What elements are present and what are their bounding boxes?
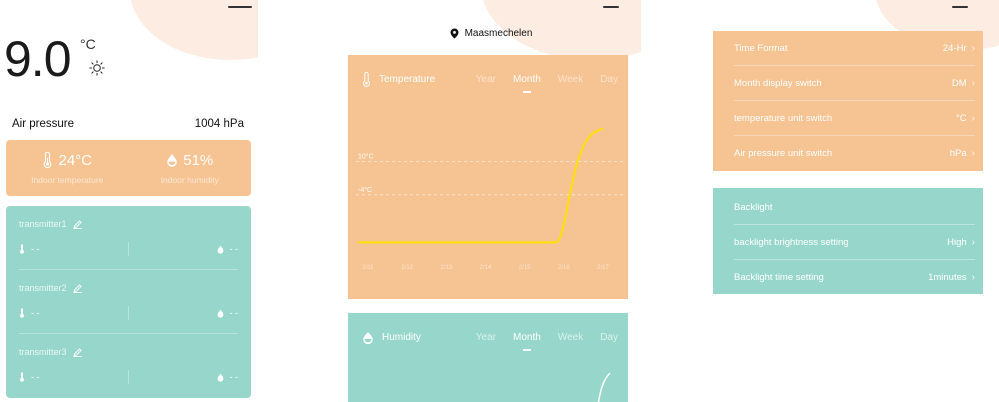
general-settings-card: Time Format 24-Hr › Month display switch …	[713, 31, 983, 171]
backlight-header: Backlight	[734, 190, 975, 225]
setting-label: Month display switch	[734, 77, 822, 89]
x-tick-label: 2/11	[362, 265, 374, 271]
transmitter-name: transmitter2	[19, 283, 67, 293]
indoor-temperature-label: Indoor temperature	[31, 174, 104, 185]
transmitter-item[interactable]: transmitter3 - - - -	[6, 334, 251, 398]
indoor-temperature-cell: 24°C Indoor temperature	[6, 140, 129, 196]
indoor-humidity-label: Indoor humidity	[160, 174, 219, 185]
chevron-right-icon: ›	[971, 148, 975, 159]
location-name: Maasmechelen	[464, 28, 533, 39]
air-pressure-value: 1004 hPa	[194, 118, 244, 130]
transmitter-humidity: - -	[229, 308, 239, 318]
transmitter-temperature: - -	[31, 244, 40, 254]
water-drop-icon	[217, 309, 223, 318]
setting-month-display[interactable]: Month display switch DM ›	[734, 66, 975, 101]
x-tick-label: 2/15	[519, 265, 531, 271]
temperature-line-chart: 10°C -4°C 2/11 2/12 2/13 2/14 2/15 2/16 2/17	[356, 127, 626, 271]
temperature-series-line	[358, 127, 604, 244]
screenshot-stage: 9.0 °C Air pressure 1004 hPa 24°C Indoor…	[0, 0, 999, 402]
setting-label: Backlight time setting	[734, 272, 824, 283]
indoor-humidity-value: 51%	[183, 151, 214, 169]
thermometer-icon	[20, 308, 24, 318]
setting-time-format[interactable]: Time Format 24-Hr ›	[734, 31, 975, 66]
edit-pencil-icon[interactable]	[72, 283, 82, 293]
indoor-humidity-cell: 51% Indoor humidity	[129, 140, 252, 196]
edit-pencil-icon[interactable]	[72, 219, 82, 229]
humidity-series-line	[597, 372, 611, 402]
transmitter-item[interactable]: transmitter2 - - - -	[6, 270, 251, 334]
transmitter-name: transmitter1	[19, 219, 67, 229]
settings-screen: Time Format 24-Hr › Month display switch …	[690, 0, 999, 402]
backlight-section-title: Backlight	[734, 201, 773, 213]
water-drop-icon	[217, 245, 223, 254]
indoor-card[interactable]: 24°C Indoor temperature 51% Indoor humid…	[6, 140, 251, 196]
outdoor-temperature-unit: °C	[80, 36, 96, 52]
setting-value: hPa	[949, 148, 967, 159]
y-tick-label: -4°C	[358, 186, 372, 194]
divider	[128, 306, 129, 320]
x-tick-label: 2/12	[401, 265, 413, 271]
setting-value: °C	[955, 112, 967, 124]
x-tick-label: 2/16	[558, 265, 570, 271]
transmitter-humidity: - -	[229, 372, 239, 382]
air-pressure-label: Air pressure	[12, 118, 74, 130]
edit-pencil-icon[interactable]	[72, 347, 82, 357]
divider	[128, 242, 129, 256]
chevron-right-icon: ›	[971, 42, 975, 54]
water-drop-icon	[217, 373, 223, 382]
chevron-right-icon: ›	[971, 77, 975, 89]
temperature-chart-card: Temperature Year Month Week Day 10°C -4°C…	[348, 55, 628, 299]
outdoor-temperature: 9.0	[4, 31, 72, 87]
setting-label: temperature unit switch	[734, 112, 833, 124]
humidity-line-chart	[597, 372, 611, 402]
water-drop-icon	[167, 154, 178, 167]
setting-backlight-time[interactable]: Backlight time setting 1minutes ›	[734, 260, 975, 295]
setting-label: Air pressure unit switch	[734, 148, 833, 159]
transmitter-temperature: - -	[31, 372, 40, 382]
x-tick-label: 2/14	[480, 265, 492, 271]
decorative-blob	[130, 0, 258, 60]
chevron-right-icon: ›	[971, 272, 975, 283]
thermometer-icon	[44, 152, 52, 168]
sun-icon	[89, 60, 105, 76]
y-tick-label: 10°C	[358, 153, 374, 161]
location-header[interactable]: Maasmechelen	[341, 28, 641, 39]
status-bar-indicator	[603, 6, 619, 8]
setting-value: 1minutes	[928, 272, 967, 283]
x-tick-label: 2/17	[597, 265, 609, 271]
setting-backlight-brightness[interactable]: backlight brightness setting High ›	[734, 225, 975, 260]
transmitters-card: transmitter1 - - - - transmitter2 - - - …	[6, 206, 251, 398]
chevron-right-icon: ›	[971, 236, 975, 248]
status-bar-indicator	[228, 6, 252, 8]
status-bar-indicator	[952, 6, 968, 8]
divider	[128, 370, 129, 384]
chevron-right-icon: ›	[971, 112, 975, 124]
setting-value: DM	[951, 77, 967, 89]
setting-label: backlight brightness setting	[734, 236, 849, 248]
setting-temperature-unit[interactable]: temperature unit switch °C ›	[734, 101, 975, 136]
transmitter-humidity: - -	[229, 244, 239, 254]
home-screen: 9.0 °C Air pressure 1004 hPa 24°C Indoor…	[0, 0, 258, 402]
humidity-chart-card: Humidity Year Month Week Day	[348, 313, 628, 402]
transmitter-name: transmitter3	[19, 347, 67, 357]
setting-air-pressure-unit[interactable]: Air pressure unit switch hPa ›	[734, 136, 975, 171]
thermometer-icon	[20, 372, 24, 382]
air-pressure-row: Air pressure 1004 hPa	[12, 118, 244, 130]
location-pin-icon	[450, 28, 459, 39]
setting-value: High	[947, 236, 967, 248]
indoor-temperature-value: 24°C	[58, 151, 92, 169]
x-tick-label: 2/13	[440, 265, 452, 271]
setting-label: Time Format	[734, 42, 788, 54]
transmitter-item[interactable]: transmitter1 - - - -	[6, 206, 251, 270]
backlight-settings-card: Backlight backlight brightness setting H…	[713, 188, 983, 294]
charts-screen: Maasmechelen Temperature Year Month Week…	[341, 0, 641, 402]
setting-value: 24-Hr	[942, 42, 967, 54]
thermometer-icon	[20, 244, 24, 254]
transmitter-temperature: - -	[31, 308, 40, 318]
